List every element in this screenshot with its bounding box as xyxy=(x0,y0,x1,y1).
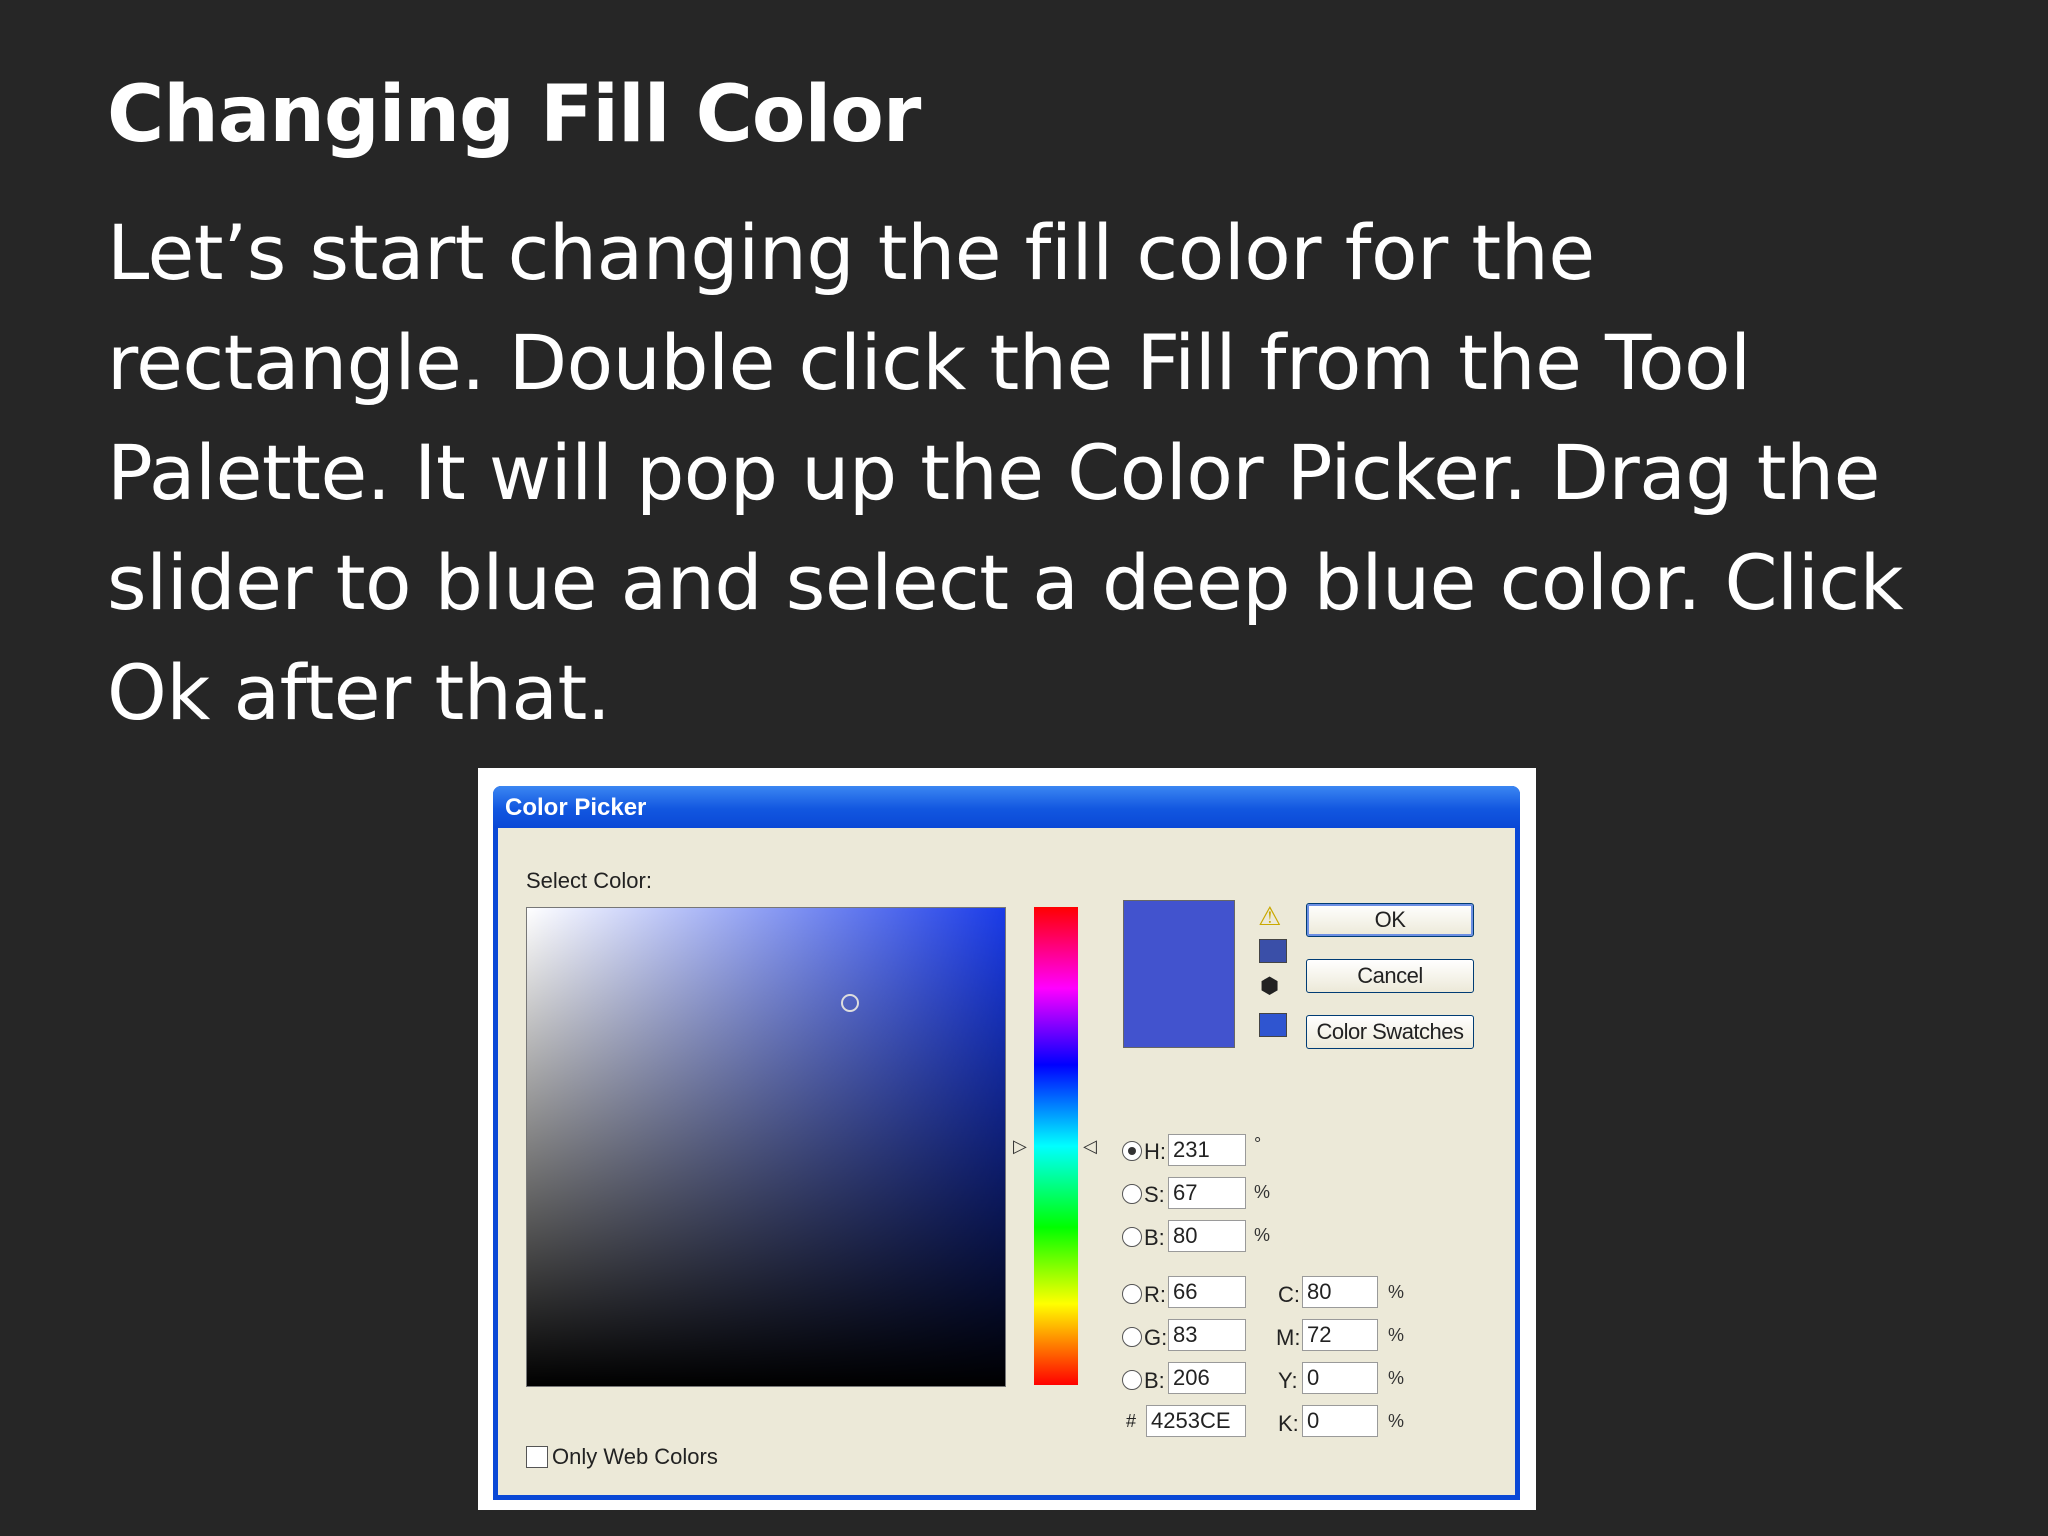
new-color-swatch xyxy=(1123,900,1235,1048)
y-unit: % xyxy=(1388,1368,1405,1388)
c-field[interactable]: 80 xyxy=(1302,1276,1378,1308)
hue-slider-left-arrow-icon[interactable]: ▷ xyxy=(1013,1136,1027,1157)
dialog-titlebar[interactable]: Color Picker xyxy=(493,786,1520,828)
s-label: S: xyxy=(1144,1182,1165,1207)
k-label: K: xyxy=(1278,1411,1299,1436)
cancel-button[interactable]: Cancel xyxy=(1306,959,1474,993)
web-color-swatch[interactable] xyxy=(1259,1013,1287,1037)
screenshot-frame: Color Picker Select Color: ▷ ◁ ⚠ ⬢ OK Ca… xyxy=(478,768,1536,1510)
b-label: B: xyxy=(1144,1225,1165,1250)
ok-button[interactable]: OK xyxy=(1306,903,1474,937)
y-field[interactable]: 0 xyxy=(1302,1362,1378,1394)
slide-body: Let’s start changing the fill color for … xyxy=(107,208,1904,737)
b-field[interactable]: 80 xyxy=(1168,1220,1246,1252)
b-unit: % xyxy=(1254,1225,1271,1245)
b2-field[interactable]: 206 xyxy=(1168,1362,1246,1394)
hex-field[interactable]: 4253CE xyxy=(1146,1405,1246,1437)
color-field[interactable] xyxy=(526,907,1006,1387)
only-web-colors-label: Only Web Colors xyxy=(552,1444,718,1469)
hue-slider-right-arrow-icon[interactable]: ◁ xyxy=(1083,1136,1097,1157)
k-field[interactable]: 0 xyxy=(1302,1405,1378,1437)
h-radio[interactable] xyxy=(1122,1141,1142,1161)
c-label: C: xyxy=(1278,1282,1300,1307)
h-label: H: xyxy=(1144,1139,1166,1164)
hue-slider[interactable] xyxy=(1034,907,1078,1385)
b2-label: B: xyxy=(1144,1368,1165,1393)
k-unit: % xyxy=(1388,1411,1405,1431)
color-field-marker[interactable] xyxy=(841,994,859,1012)
gamut-color-swatch[interactable] xyxy=(1259,939,1287,963)
m-unit: % xyxy=(1388,1325,1405,1345)
h-field[interactable]: 231 xyxy=(1168,1134,1246,1166)
s-radio[interactable] xyxy=(1122,1184,1142,1204)
r-label: R: xyxy=(1144,1282,1166,1307)
color-picker-dialog: Color Picker Select Color: ▷ ◁ ⚠ ⬢ OK Ca… xyxy=(493,786,1520,1500)
dialog-title: Color Picker xyxy=(505,794,647,821)
s-field[interactable]: 67 xyxy=(1168,1177,1246,1209)
out-of-gamut-warning-icon[interactable]: ⚠ xyxy=(1258,902,1281,932)
dialog-client: Select Color: ▷ ◁ ⚠ ⬢ OK Cancel Color Sw… xyxy=(498,828,1515,1495)
web-safe-cube-icon[interactable]: ⬢ xyxy=(1260,974,1279,999)
g-label: G: xyxy=(1144,1325,1168,1350)
color-swatches-button[interactable]: Color Swatches xyxy=(1306,1015,1474,1049)
c-unit: % xyxy=(1388,1282,1405,1302)
r-field[interactable]: 66 xyxy=(1168,1276,1246,1308)
h-unit: ° xyxy=(1254,1134,1262,1154)
b-radio[interactable] xyxy=(1122,1227,1142,1247)
g-field[interactable]: 83 xyxy=(1168,1319,1246,1351)
slide-title: Changing Fill Color xyxy=(107,70,921,160)
g-radio[interactable] xyxy=(1122,1327,1142,1347)
r-radio[interactable] xyxy=(1122,1284,1142,1304)
only-web-colors-checkbox[interactable] xyxy=(526,1446,548,1468)
b2-radio[interactable] xyxy=(1122,1370,1142,1390)
m-field[interactable]: 72 xyxy=(1302,1319,1378,1351)
y-label: Y: xyxy=(1278,1368,1298,1393)
select-color-label: Select Color: xyxy=(526,868,652,893)
hex-label: # xyxy=(1126,1411,1137,1431)
s-unit: % xyxy=(1254,1182,1271,1202)
m-label: M: xyxy=(1276,1325,1301,1350)
